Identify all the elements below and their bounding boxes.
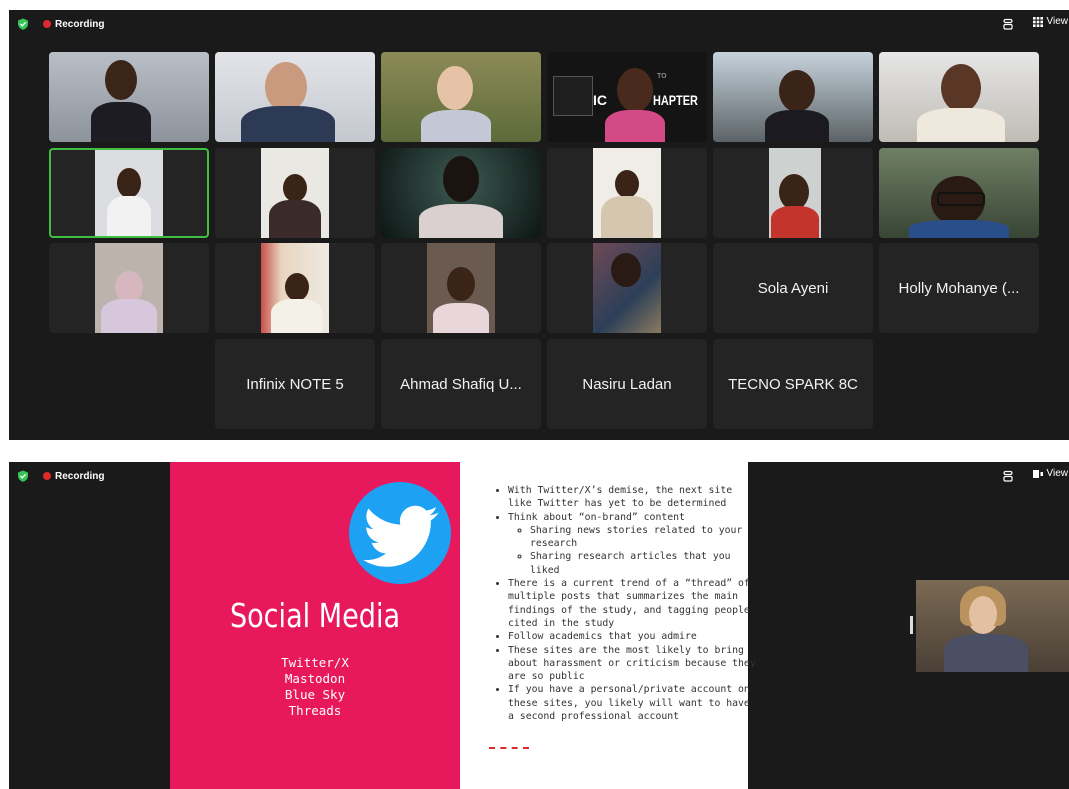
platform-item: Mastodon bbox=[284, 671, 346, 686]
participant-name-tile[interactable]: Holly Mohanye (... bbox=[879, 243, 1039, 333]
participant-video-tile[interactable] bbox=[215, 243, 375, 333]
view-button[interactable]: View bbox=[1032, 468, 1069, 479]
banner-text-left: IC bbox=[593, 92, 607, 108]
bullet-item: These sites are the most likely to bring… bbox=[508, 644, 758, 684]
participant-video-tile[interactable] bbox=[713, 52, 873, 142]
slide-title: Social Media bbox=[229, 596, 401, 635]
platform-item: Twitter/X bbox=[281, 655, 349, 670]
video-feed bbox=[95, 243, 163, 333]
view-button[interactable]: View bbox=[1032, 16, 1069, 27]
sub-bullet-item: Sharing research articles that you liked bbox=[530, 550, 758, 577]
slide-title-panel: Social Media Twitter/X Mastodon Blue Sky… bbox=[170, 462, 460, 789]
video-feed bbox=[593, 243, 661, 333]
video-feed: IC TO HAPTER bbox=[547, 52, 707, 142]
bullet-item: With Twitter/X’s demise, the next site l… bbox=[508, 484, 758, 511]
view-label: View bbox=[1046, 16, 1069, 27]
recording-label: Recording bbox=[55, 18, 105, 30]
video-feed bbox=[713, 52, 873, 142]
participant-video-tile[interactable] bbox=[49, 243, 209, 333]
record-dot-icon bbox=[43, 20, 51, 28]
video-feed bbox=[769, 148, 821, 238]
view-label: View bbox=[1046, 468, 1069, 479]
sub-bullet-list: Sharing news stories related to your res… bbox=[508, 524, 758, 577]
twitter-logo bbox=[349, 482, 451, 584]
participant-video-tile[interactable] bbox=[215, 148, 375, 238]
platform-item: Threads bbox=[288, 703, 342, 718]
resize-handle[interactable] bbox=[910, 616, 913, 634]
bullet-text: Think about “on-brand” content bbox=[508, 511, 685, 523]
video-feed bbox=[215, 52, 375, 142]
video-feed bbox=[381, 52, 541, 142]
video-feed bbox=[381, 148, 541, 238]
participant-name-tile[interactable]: Nasiru Ladan bbox=[547, 339, 707, 429]
participant-name-tile[interactable]: Ahmad Shafiq U... bbox=[381, 339, 541, 429]
platform-item: Blue Sky bbox=[284, 687, 346, 702]
participant-name-tile[interactable]: Infinix NOTE 5 bbox=[215, 339, 375, 429]
grid-icon bbox=[1032, 16, 1043, 27]
annotation-underline bbox=[489, 747, 529, 751]
speaker-view-icon[interactable] bbox=[1002, 470, 1014, 482]
video-feed bbox=[49, 52, 209, 142]
participant-video-tile[interactable] bbox=[381, 52, 541, 142]
participant-video-tile[interactable] bbox=[49, 52, 209, 142]
participant-video-tile[interactable]: IC TO HAPTER bbox=[547, 52, 707, 142]
speaker-view-icon[interactable] bbox=[1002, 18, 1014, 30]
bullet-item: If you have a personal/private account o… bbox=[508, 683, 758, 723]
security-shield-icon[interactable] bbox=[17, 470, 29, 482]
participant-video-tile[interactable] bbox=[547, 243, 707, 333]
recording-label: Recording bbox=[55, 470, 105, 482]
participant-video-tile-active-speaker[interactable] bbox=[49, 148, 209, 238]
security-shield-icon[interactable] bbox=[17, 18, 29, 30]
participant-name-tile[interactable]: Sola Ayeni bbox=[713, 243, 873, 333]
participant-name: Sola Ayeni bbox=[757, 279, 829, 297]
recording-indicator[interactable]: Recording bbox=[43, 469, 104, 483]
sub-bullet-item: Sharing news stories related to your res… bbox=[530, 524, 758, 551]
participant-name: Ahmad Shafiq U... bbox=[400, 375, 522, 393]
video-feed bbox=[916, 580, 1069, 672]
gallery-view-window: Recording View IC TO HAPTER Sola Ayeni H… bbox=[9, 10, 1069, 440]
participant-name: TECNO SPARK 8C bbox=[728, 375, 858, 393]
video-feed bbox=[879, 52, 1039, 142]
video-feed bbox=[879, 148, 1039, 238]
participant-video-tile[interactable] bbox=[879, 148, 1039, 238]
bullet-list: With Twitter/X’s demise, the next site l… bbox=[494, 484, 758, 723]
view-options-icon bbox=[1032, 469, 1043, 478]
recording-indicator[interactable]: Recording bbox=[43, 17, 104, 31]
participant-video-tile[interactable] bbox=[381, 148, 541, 238]
participant-video-tile[interactable] bbox=[713, 148, 873, 238]
video-feed bbox=[261, 148, 329, 238]
participant-video-tile[interactable] bbox=[381, 243, 541, 333]
banner-text-faint: TO bbox=[657, 73, 667, 80]
video-feed bbox=[427, 243, 495, 333]
participant-name: Holly Mohanye (... bbox=[898, 279, 1020, 297]
participant-video-tile[interactable] bbox=[879, 52, 1039, 142]
meeting-top-bar: Recording View bbox=[9, 10, 1069, 38]
record-dot-icon bbox=[43, 472, 51, 480]
participant-name: Nasiru Ladan bbox=[582, 375, 672, 393]
bullet-item: Think about “on-brand” content Sharing n… bbox=[508, 511, 758, 577]
participant-video-tile[interactable] bbox=[215, 52, 375, 142]
platform-list: Twitter/X Mastodon Blue Sky Threads bbox=[170, 655, 460, 719]
participant-name: Infinix NOTE 5 bbox=[246, 375, 344, 393]
participant-name-tile[interactable]: TECNO SPARK 8C bbox=[713, 339, 873, 429]
slide-content-panel: With Twitter/X’s demise, the next site l… bbox=[460, 462, 756, 789]
twitter-bird-icon bbox=[363, 505, 439, 567]
speaker-video-thumbnail[interactable] bbox=[916, 580, 1069, 672]
video-feed bbox=[593, 148, 661, 238]
screen-share-window: Recording View Social Media Twitter/X Ma… bbox=[9, 462, 1069, 789]
participant-video-tile[interactable] bbox=[547, 148, 707, 238]
bullet-item: Follow academics that you admire bbox=[508, 630, 758, 643]
video-feed bbox=[261, 243, 329, 333]
banner-text-right: HAPTER bbox=[653, 92, 698, 108]
video-feed bbox=[95, 150, 163, 236]
bullet-item: There is a current trend of a “thread” o… bbox=[508, 577, 758, 630]
